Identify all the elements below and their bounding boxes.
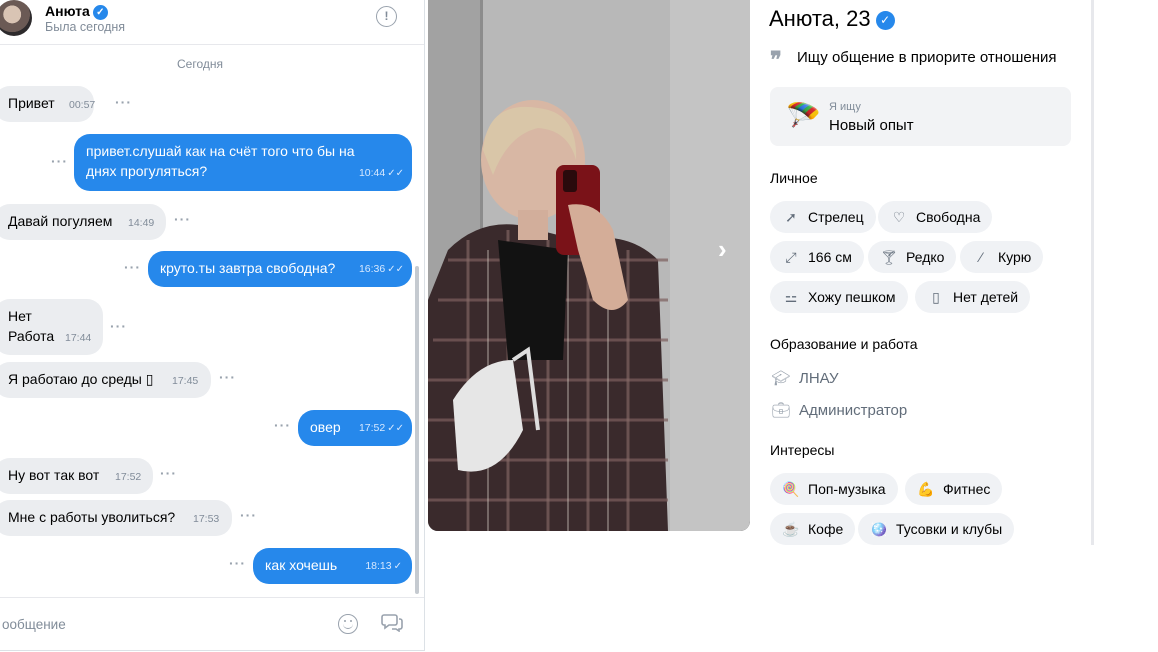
emoji-icon[interactable] — [338, 614, 358, 634]
more-icon[interactable]: ··· — [174, 211, 191, 227]
photo-image — [428, 0, 750, 531]
message-time: 16:36 ✓✓ — [358, 263, 404, 275]
message-text: овер — [310, 419, 341, 435]
chip-smoking: ⁄ Курю — [960, 241, 1044, 273]
section-personal: Личное — [770, 170, 818, 186]
message-time: 18:13 ✓ — [365, 560, 402, 572]
profile-panel: Анюта, 23 ✓ ❞ Ищу общение в приорите отно… — [750, 0, 1092, 545]
heart-icon: ♡ — [892, 209, 906, 225]
chip-sport: ⚍ Хожу пешком — [770, 281, 908, 313]
coffee-icon: ☕ — [782, 521, 800, 537]
message-templates-icon[interactable] — [381, 612, 403, 632]
glass-icon: 🍸︎ — [880, 249, 898, 265]
message-time: 17:52 — [115, 471, 142, 483]
message-outgoing[interactable]: круто.ты завтра свободна? 16:36 ✓✓ — [148, 251, 412, 287]
avatar[interactable] — [0, 0, 32, 36]
report-icon[interactable]: ! — [376, 6, 397, 27]
parachute-icon: 🪂 — [786, 100, 821, 131]
composer — [0, 597, 424, 650]
message-outgoing[interactable]: привет.слушай как на счёт того что бы на… — [74, 134, 412, 191]
chip-children: ▯ Нет детей — [915, 281, 1031, 313]
message-text: Привет — [8, 95, 55, 111]
profile-photo[interactable] — [428, 0, 750, 531]
more-icon[interactable]: ··· — [219, 369, 236, 385]
message-time: 17:53 — [193, 513, 220, 525]
date-separator: Сегодня — [177, 57, 223, 71]
message-time: 10:44 ✓✓ — [358, 167, 404, 179]
message-outgoing[interactable]: овер 17:52 ✓✓ — [298, 410, 412, 446]
message-incoming[interactable]: Я работаю до среды ▯ 17:45 — [0, 362, 211, 398]
contact-name-text: Анюта — [45, 3, 90, 19]
message-outgoing[interactable]: как хочешь 18:13 ✓ — [253, 548, 412, 584]
message-text: круто.ты завтра свободна? — [160, 260, 336, 276]
next-photo-icon[interactable]: › — [718, 234, 727, 265]
message-incoming[interactable]: Мне с работы уволиться? 17:53 — [0, 500, 232, 536]
briefcase-icon: 💼︎ — [771, 402, 791, 419]
arrow-icon: ➚ — [785, 209, 797, 225]
profile-name-text: Анюта, 23 — [769, 6, 871, 31]
job-item: 💼︎ Администратор — [771, 402, 908, 419]
message-text: Ну вот так вот — [8, 467, 100, 483]
more-icon[interactable]: ··· — [274, 417, 291, 433]
chat-header: Анюта ✓ Была сегодня ! — [0, 0, 424, 45]
profile-name: Анюта, 23 ✓ — [769, 6, 895, 32]
profile-quote: Ищу общение в приорите отношения — [797, 49, 1057, 66]
bicep-icon: 💪 — [917, 481, 935, 497]
more-icon[interactable]: ··· — [124, 259, 141, 275]
panel-edge — [1091, 0, 1094, 545]
last-seen: Была сегодня — [45, 20, 126, 34]
verified-icon: ✓ — [92, 5, 108, 20]
message-time: 17:52 ✓✓ — [358, 422, 404, 434]
dumbbell-icon: ⚍ — [784, 289, 798, 305]
chip-interest: 🍭 Поп-музыка — [770, 473, 898, 505]
chip-interest: 🪩 Тусовки и клубы — [858, 513, 1015, 545]
section-education: Образование и работа — [770, 336, 918, 352]
message-incoming[interactable]: Нет Работа 17:44 — [0, 299, 103, 355]
chip-interest: 💪 Фитнес — [905, 473, 1003, 505]
disco-icon: 🪩 — [870, 521, 888, 537]
height-icon: ⤢ — [785, 249, 797, 265]
message-input[interactable] — [0, 610, 324, 638]
chip-interest: ☕ Кофе — [770, 513, 856, 545]
chip-relationship: ♡ Свободна — [878, 201, 993, 233]
message-text: Мне с работы уволиться? — [8, 509, 176, 525]
more-icon[interactable]: ··· — [51, 153, 68, 169]
education-item: 🎓︎ ЛНАУ — [771, 370, 839, 387]
message-incoming[interactable]: Привет 00:57 — [0, 86, 96, 122]
message-time: 17:44 — [65, 332, 92, 344]
quote-icon: ❞ — [770, 47, 782, 72]
more-icon[interactable]: ··· — [229, 555, 246, 571]
seeking-card: 🪂 Я ищу Новый опыт — [770, 87, 1071, 146]
chat-panel: Анюта ✓ Была сегодня ! Сегодня Привет 00:… — [0, 0, 425, 651]
chip-height: ⤢ 166 см — [770, 241, 864, 273]
seeking-value: Новый опыт — [829, 117, 914, 134]
contact-name[interactable]: Анюта ✓ — [45, 3, 108, 20]
section-interests: Интересы — [770, 442, 835, 458]
chip-zodiac: ➚ Стрелец — [770, 201, 876, 233]
baby-bottle-icon: ▯ — [932, 289, 940, 305]
lollipop-icon: 🍭 — [782, 481, 800, 497]
message-time: 17:45 — [172, 375, 199, 387]
more-icon[interactable]: ··· — [240, 507, 257, 523]
message-text: Я работаю до среды ▯ — [8, 371, 154, 387]
message-text: Давай погуляем — [8, 213, 113, 229]
message-text: привет.слушай как на счёт того что бы на… — [86, 143, 355, 179]
more-icon[interactable]: ··· — [160, 465, 177, 481]
scrollbar[interactable] — [415, 266, 419, 594]
message-time: 14:49 — [128, 217, 155, 229]
message-incoming[interactable]: Ну вот так вот 17:52 — [0, 458, 153, 494]
chip-alcohol: 🍸︎ Редко — [868, 241, 957, 273]
more-icon[interactable]: ··· — [115, 94, 132, 110]
more-icon[interactable]: ··· — [110, 318, 127, 334]
seeking-label: Я ищу — [829, 101, 861, 113]
message-text: как хочешь — [265, 557, 338, 573]
message-time: 00:57 — [69, 99, 96, 111]
message-incoming[interactable]: Давай погуляем 14:49 — [0, 204, 166, 240]
verified-icon: ✓ — [875, 11, 895, 30]
cigarette-icon: ⁄ — [979, 249, 983, 265]
graduation-cap-icon: 🎓︎ — [771, 370, 791, 387]
